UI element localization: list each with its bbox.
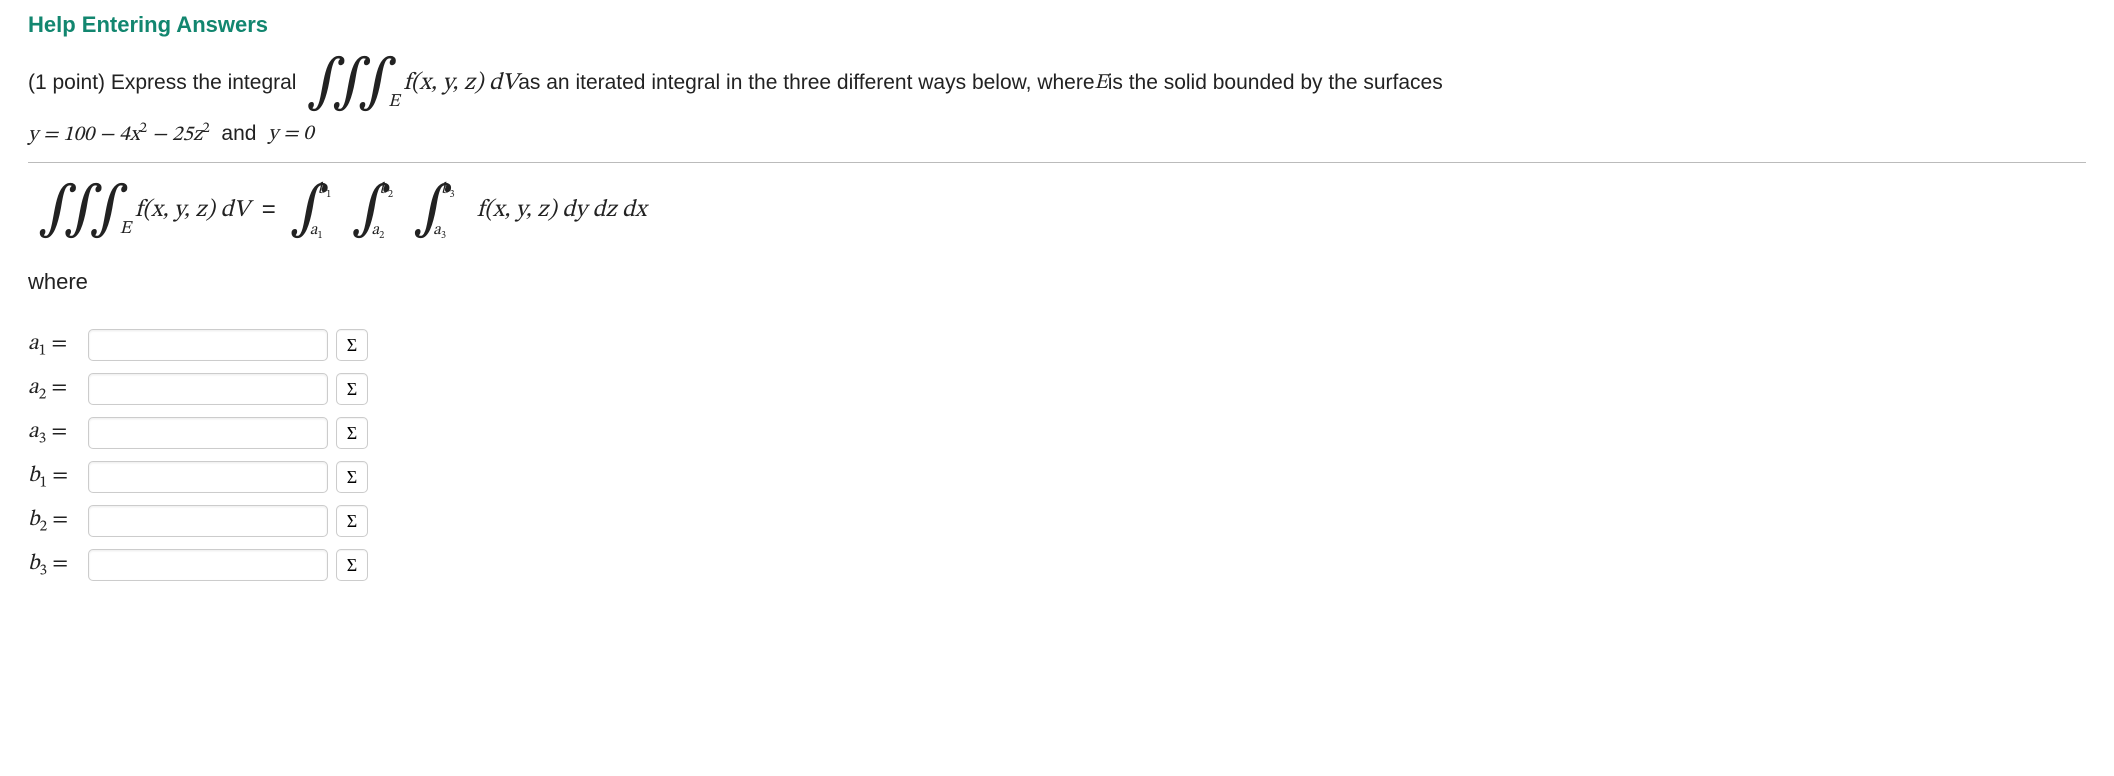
field-row-a3: a3 = Σ (28, 411, 2086, 455)
sigma-button-b3[interactable]: Σ (336, 549, 368, 581)
field-row-a2: a2 = Σ (28, 367, 2086, 411)
label-b2: b2 = (28, 506, 88, 536)
problem-container: Help Entering Answers (1 point) Express … (0, 0, 2114, 599)
sigma-button-a2[interactable]: Σ (336, 373, 368, 405)
answer-fields: a1 = Σ a2 = Σ a3 = Σ b1 = Σ b2 = Σ b3 = (28, 323, 2086, 587)
input-a2[interactable] (88, 373, 328, 405)
input-a3[interactable] (88, 417, 328, 449)
equals-sign: = (262, 196, 276, 224)
input-b2[interactable] (88, 505, 328, 537)
prompt-suffix: is the solid bounded by the surfaces (1108, 71, 1443, 95)
outer-integral: ∫ a1 b1 (290, 181, 330, 239)
sigma-button-a1[interactable]: Σ (336, 329, 368, 361)
sigma-button-b2[interactable]: Σ (336, 505, 368, 537)
region-ref: E (1095, 70, 1108, 96)
surface-1: y = 100 − 4x2 − 25z2 (28, 120, 210, 148)
prompt-mid: as an iterated integral in the three dif… (518, 71, 1094, 95)
sigma-button-b1[interactable]: Σ (336, 461, 368, 493)
sigma-button-a3[interactable]: Σ (336, 417, 368, 449)
label-b3: b3 = (28, 550, 88, 580)
label-a3: a3 = (28, 418, 88, 448)
prompt-prefix: (1 point) Express the integral (28, 71, 296, 95)
label-a1: a1 = (28, 330, 88, 360)
rhs-integrand: f(x, y, z) dy dz dx (477, 195, 647, 225)
lhs-region: E (120, 218, 131, 241)
help-link[interactable]: Help Entering Answers (28, 12, 268, 38)
triple-integral-symbol: ∫∫∫ E (306, 54, 383, 112)
lhs-triple-integral: ∫∫∫ E (38, 181, 115, 239)
field-row-b2: b2 = Σ (28, 499, 2086, 543)
problem-prompt: (1 point) Express the integral ∫∫∫ E f(x… (28, 54, 2086, 112)
field-row-a1: a1 = Σ (28, 323, 2086, 367)
integrand: f(x, y, z) dV (404, 68, 519, 98)
field-row-b3: b3 = Σ (28, 543, 2086, 587)
input-b1[interactable] (88, 461, 328, 493)
surface-2: y = 0 (268, 121, 314, 147)
integral-region: E (388, 91, 399, 114)
lhs-integrand: f(x, y, z) dV (135, 195, 250, 225)
surface-and: and (210, 122, 268, 146)
where-label: where (28, 269, 2086, 295)
divider (28, 162, 2086, 163)
surface-equations: y = 100 − 4x2 − 25z2 and y = 0 (28, 120, 2086, 148)
field-row-b1: b1 = Σ (28, 455, 2086, 499)
input-a1[interactable] (88, 329, 328, 361)
inner-integral: ∫ a3 b3 (413, 181, 453, 239)
input-b3[interactable] (88, 549, 328, 581)
middle-integral: ∫ a2 b2 (351, 181, 391, 239)
label-a2: a2 = (28, 374, 88, 404)
iterated-integral-equation: ∫∫∫ E f(x, y, z) dV = ∫ a1 b1 ∫ a2 b2 ∫ … (28, 181, 2086, 239)
label-b1: b1 = (28, 462, 88, 492)
